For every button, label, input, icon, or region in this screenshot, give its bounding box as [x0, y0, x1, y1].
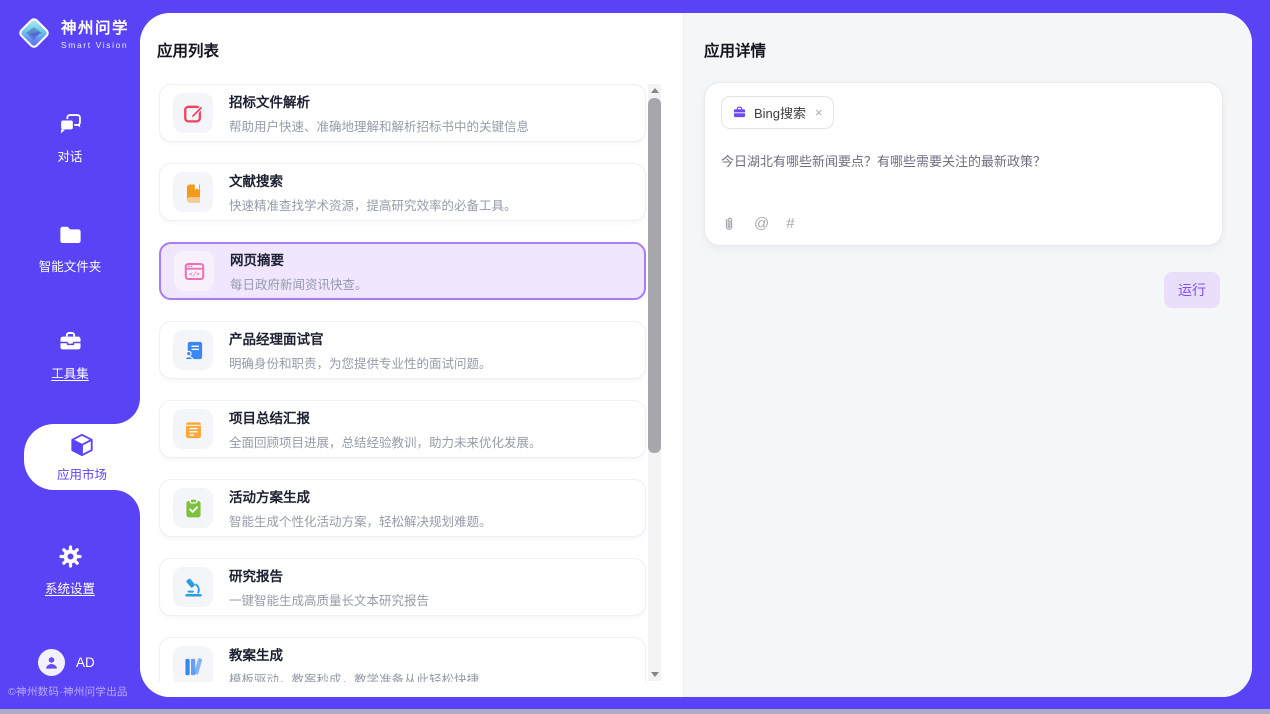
blob-corner-top: [114, 398, 140, 424]
scroll-down-icon[interactable]: [648, 668, 661, 681]
app-description: 每日政府新闻资讯快查。: [230, 274, 368, 293]
folder-icon: [57, 221, 84, 248]
app-name: 教案生成: [229, 644, 479, 664]
sidebar-item-smart-folder[interactable]: 智能文件夹: [0, 221, 140, 275]
interview-icon: [182, 339, 205, 362]
app-card[interactable]: 教案生成 模板驱动，教案秒成，教学准备从此轻松快捷: [159, 637, 646, 682]
logo-title: 神州问学: [61, 16, 129, 38]
briefcase-icon: [732, 105, 747, 120]
app-text: 研究报告 一键智能生成高质量长文本研究报告: [229, 565, 429, 609]
user-profile[interactable]: AD: [38, 649, 95, 676]
app-description: 快速精准查找学术资源，提高研究效率的必备工具。: [229, 195, 517, 214]
hashtag-icon[interactable]: #: [786, 215, 794, 232]
scroll-thumb[interactable]: [648, 98, 661, 453]
app-icon-box: [173, 567, 213, 607]
app-text: 网页摘要 每日政府新闻资讯快查。: [230, 249, 368, 293]
app-text: 项目总结汇报 全面回顾项目进展，总结经验教训，助力未来优化发展。: [229, 407, 542, 451]
book-icon: [182, 181, 205, 204]
logo-icon: [15, 14, 53, 52]
app-icon-box: [173, 330, 213, 370]
notepad-icon: [182, 418, 205, 441]
tool-tag-label: Bing搜索: [754, 103, 806, 122]
content-area: 应用列表 招标文件解析 帮助用户快速、准确地理解和解析招标书中的关键信息 文献搜…: [140, 13, 1252, 697]
sidebar-item-label: 智能文件夹: [39, 256, 102, 275]
app-text: 招标文件解析 帮助用户快速、准确地理解和解析招标书中的关键信息: [229, 91, 529, 135]
app-name: 研究报告: [229, 565, 429, 585]
copyright-text: ©神州数码·神州问学出品: [8, 684, 140, 699]
user-icon: [43, 654, 60, 671]
close-icon[interactable]: ×: [815, 105, 823, 120]
user-name: AD: [76, 655, 95, 670]
app-icon-box: [173, 646, 213, 682]
logo: 神州问学 Smart Vision: [15, 14, 129, 52]
tool-tag-bing-search[interactable]: Bing搜索 ×: [721, 96, 834, 129]
app-list-panel: 应用列表 招标文件解析 帮助用户快速、准确地理解和解析招标书中的关键信息 文献搜…: [140, 13, 683, 697]
app-card[interactable]: 网页摘要 每日政府新闻资讯快查。: [159, 242, 646, 300]
sidebar-item-label: 工具集: [51, 363, 89, 382]
toolbox-icon: [57, 328, 84, 355]
sidebar-item-toolset[interactable]: 工具集: [0, 328, 140, 382]
app-card[interactable]: 活动方案生成 智能生成个性化活动方案，轻松解决规划难题。: [159, 479, 646, 537]
app-name: 项目总结汇报: [229, 407, 542, 427]
app-description: 一键智能生成高质量长文本研究报告: [229, 590, 429, 609]
input-toolbar: @ #: [721, 215, 795, 232]
gear-icon: [57, 543, 84, 570]
app-detail-panel: 应用详情 Bing搜索 × 今日湖北有哪些新闻要点？有哪些需要关注的最新政策？ …: [683, 13, 1252, 697]
run-button[interactable]: 运行: [1164, 272, 1220, 308]
app-description: 模板驱动，教案秒成，教学准备从此轻松快捷: [229, 669, 479, 682]
app-card[interactable]: 研究报告 一键智能生成高质量长文本研究报告: [159, 558, 646, 616]
app-list: 招标文件解析 帮助用户快速、准确地理解和解析招标书中的关键信息 文献搜索 快速精…: [159, 84, 646, 682]
sidebar-item-label: 系统设置: [45, 578, 95, 597]
sidebar-item-chat[interactable]: 对话: [0, 111, 140, 165]
app-name: 活动方案生成: [229, 486, 492, 506]
app-description: 帮助用户快速、准确地理解和解析招标书中的关键信息: [229, 116, 529, 135]
app-text: 文献搜索 快速精准查找学术资源，提高研究效率的必备工具。: [229, 170, 517, 214]
microscope-icon: [182, 576, 205, 599]
app-icon-box: [173, 172, 213, 212]
cube-icon: [69, 432, 95, 458]
app-name: 产品经理面试官: [229, 328, 492, 348]
app-card[interactable]: 文献搜索 快速精准查找学术资源，提高研究效率的必备工具。: [159, 163, 646, 221]
app-name: 招标文件解析: [229, 91, 529, 111]
sidebar-item-settings[interactable]: 系统设置: [0, 543, 140, 597]
compose-icon: [182, 102, 205, 125]
scroll-up-icon[interactable]: [648, 84, 661, 97]
app-icon-box: [173, 409, 213, 449]
clipboard-check-icon: [182, 497, 205, 520]
sidebar-item-label: 对话: [57, 146, 82, 165]
prompt-card: Bing搜索 × 今日湖北有哪些新闻要点？有哪些需要关注的最新政策？ @ #: [704, 82, 1223, 246]
app-name: 文献搜索: [229, 170, 517, 190]
app-description: 全面回顾项目进展，总结经验教训，助力未来优化发展。: [229, 432, 542, 451]
app-text: 产品经理面试官 明确身份和职责，为您提供专业性的面试问题。: [229, 328, 492, 372]
app-name: 网页摘要: [230, 249, 368, 269]
app-detail-title: 应用详情: [704, 39, 766, 61]
logo-text: 神州问学 Smart Vision: [61, 16, 129, 50]
logo-subtitle: Smart Vision: [61, 40, 129, 50]
avatar: [38, 649, 65, 676]
window-bottom-edge: [0, 709, 1270, 714]
app-icon-box: [173, 93, 213, 133]
app-text: 教案生成 模板驱动，教案秒成，教学准备从此轻松快捷: [229, 644, 479, 682]
app-card[interactable]: 产品经理面试官 明确身份和职责，为您提供专业性的面试问题。: [159, 321, 646, 379]
paperclip-icon[interactable]: [721, 216, 737, 232]
prompt-input[interactable]: 今日湖北有哪些新闻要点？有哪些需要关注的最新政策？: [721, 151, 1206, 170]
books-icon: [182, 655, 205, 678]
scrollbar[interactable]: [648, 84, 661, 681]
app-text: 活动方案生成 智能生成个性化活动方案，轻松解决规划难题。: [229, 486, 492, 530]
blob-corner-bottom: [114, 490, 140, 516]
sidebar-item-label: 应用市场: [57, 464, 107, 483]
chat-icon: [57, 111, 84, 138]
app-card[interactable]: 招标文件解析 帮助用户快速、准确地理解和解析招标书中的关键信息: [159, 84, 646, 142]
app-list-title: 应用列表: [157, 39, 219, 61]
mention-icon[interactable]: @: [754, 215, 769, 232]
sidebar: 神州问学 Smart Vision 对话 智能文件夹 工具集 应用市场 系统设置…: [0, 0, 140, 714]
app-icon-box: [173, 488, 213, 528]
app-description: 明确身份和职责，为您提供专业性的面试问题。: [229, 353, 492, 372]
app-card[interactable]: 项目总结汇报 全面回顾项目进展，总结经验教训，助力未来优化发展。: [159, 400, 646, 458]
sidebar-item-app-market[interactable]: 应用市场: [24, 424, 140, 490]
browser-code-icon: [183, 260, 206, 283]
app-icon-box: [174, 251, 214, 291]
app-description: 智能生成个性化活动方案，轻松解决规划难题。: [229, 511, 492, 530]
